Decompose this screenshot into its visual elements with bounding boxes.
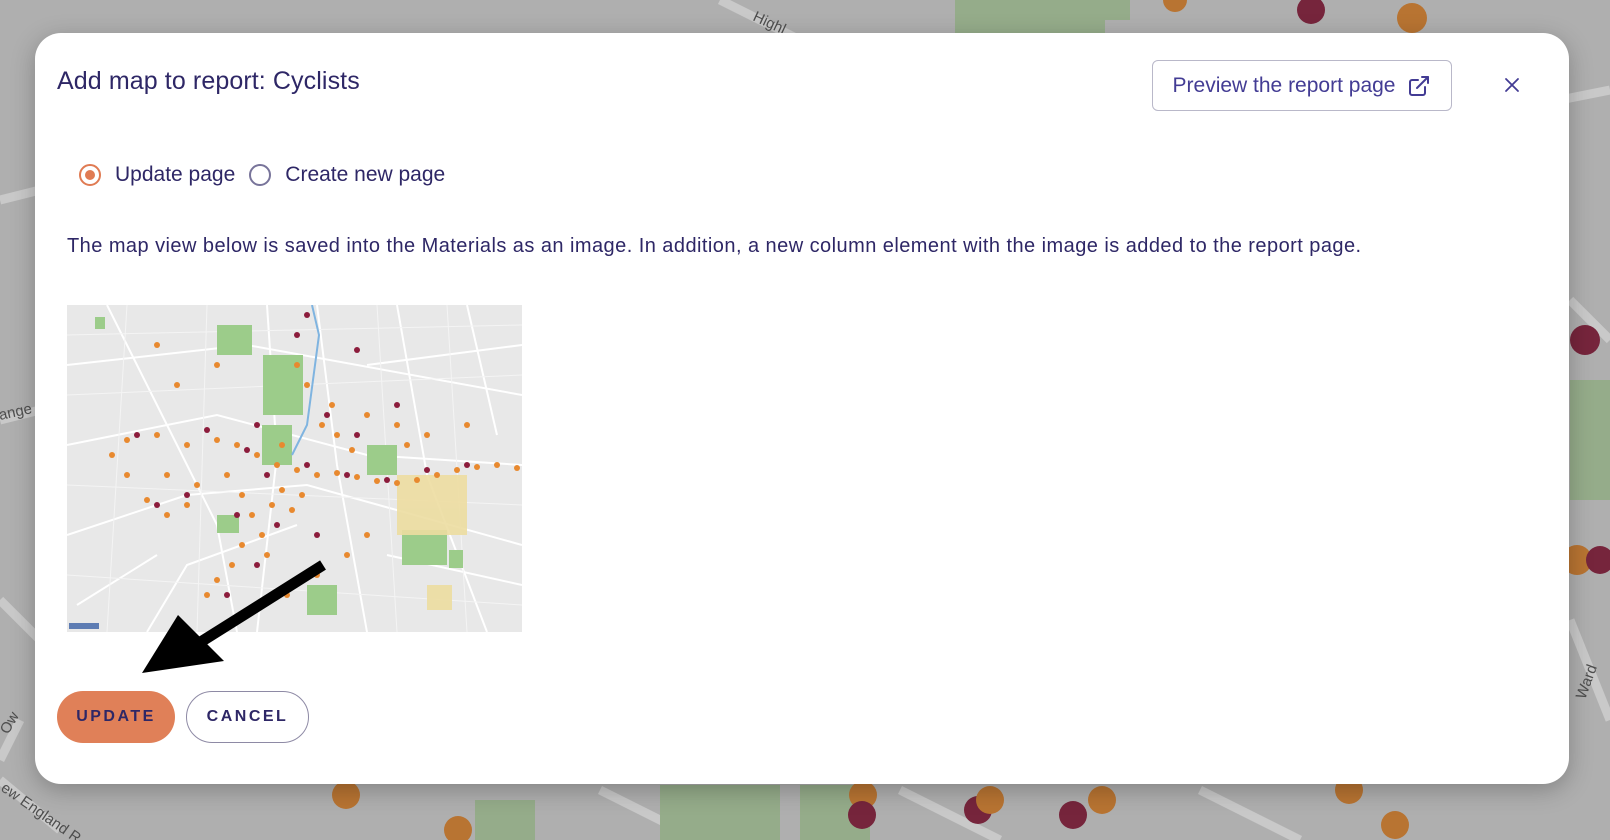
preview-report-button[interactable]: Preview the report page (1152, 60, 1452, 111)
close-icon (1505, 78, 1519, 92)
radio-update-page-label: Update page (115, 163, 236, 186)
preview-report-label: Preview the report page (1172, 73, 1396, 97)
radio-unchecked-icon[interactable] (249, 164, 272, 186)
close-button[interactable] (1496, 69, 1528, 101)
radio-create-new-page-label: Create new page (285, 163, 446, 186)
radio-create-new-page[interactable]: Create new page (249, 163, 445, 187)
dialog-title: Add map to report: Cyclists (57, 67, 360, 95)
cancel-button[interactable]: CANCEL (186, 691, 309, 743)
radio-checked-icon[interactable] (79, 164, 101, 186)
map-preview-image (67, 305, 522, 632)
update-button[interactable]: UPDATE (57, 691, 175, 743)
external-link-icon (1409, 75, 1430, 96)
dialog-description: The map view below is saved into the Mat… (67, 235, 1362, 257)
page-option-group: Update page Create new page (79, 163, 459, 187)
add-map-dialog: Add map to report: Cyclists Preview the … (35, 33, 1569, 784)
radio-update-page[interactable]: Update page (79, 163, 235, 187)
